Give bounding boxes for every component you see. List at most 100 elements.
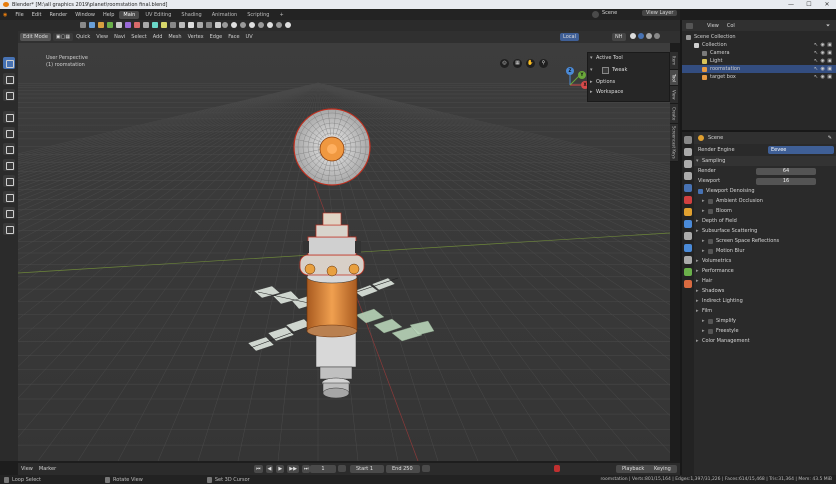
outliner-item[interactable]: Camera ↖ ◉ ▣ [682,49,836,57]
outliner-view-menu[interactable]: View [707,23,719,29]
auto-keying-button[interactable] [554,465,560,472]
view-perspective-icon[interactable]: ▦ [513,59,522,68]
move-tool[interactable] [3,73,15,85]
overlay-icon[interactable] [276,22,282,28]
select-toggle-icon[interactable]: ↖ [814,66,818,72]
current-frame-field[interactable]: 1 [310,465,336,473]
poly-build-tool[interactable] [3,175,15,187]
section-color-management[interactable]: Color Management [694,336,836,346]
menu-help[interactable]: Help [99,12,118,18]
menu-render[interactable]: Render [45,12,71,18]
toolbar-icon[interactable] [152,22,158,28]
toolbar-icon[interactable] [89,22,95,28]
visibility-toggles[interactable]: ↖ ◉ ▣ [814,58,832,64]
section-subsurface-scattering[interactable]: Subsurface Scattering [694,226,836,236]
sidebar-tab-screencast-keys[interactable]: Screencast Keys [670,124,678,162]
menu-vertex[interactable]: Vertex [185,34,207,40]
prev-key-button[interactable]: ◀ [265,465,274,473]
select-mode-icons[interactable]: ▣▢▦ [52,33,74,41]
object-tab-icon[interactable] [684,208,692,216]
camera-toggle-icon[interactable]: ▣ [827,42,832,48]
menu-face[interactable]: Face [225,34,242,40]
eye-icon[interactable]: ◉ [821,66,825,72]
section-simplify[interactable]: Simplify [694,316,836,326]
overlay-icon[interactable] [240,22,246,28]
toolbar-icon[interactable] [134,22,140,28]
next-key-button[interactable]: ▶▶ [287,465,299,473]
select-toggle-icon[interactable]: ↖ [814,42,818,48]
overlay-icon[interactable] [267,22,273,28]
constraints-tab-icon[interactable] [684,256,692,264]
section-motion-blur[interactable]: Motion Blur [694,246,836,256]
section-ambient-occlusion[interactable]: Ambient Occlusion [694,196,836,206]
camera-toggle-icon[interactable]: ▣ [827,58,832,64]
camera-toggle-icon[interactable]: ▣ [827,50,832,56]
timeline-view-menu[interactable]: View [18,466,36,472]
section-enable-checkbox[interactable] [708,248,713,254]
annotate-tool[interactable] [3,111,15,123]
section-enable-checkbox[interactable] [708,318,713,324]
filter-icon[interactable]: ⏷ [826,23,830,29]
scene-tab-icon[interactable] [684,184,692,192]
render-samples-field[interactable]: 64 [756,167,816,175]
material-shading-icon[interactable] [646,33,652,39]
npanel-section-workspace[interactable]: Workspace [588,87,669,97]
close-button[interactable]: ✕ [818,0,836,9]
toolbar-icon[interactable] [125,22,131,28]
menu-mesh[interactable]: Mesh [165,34,184,40]
overlay-icon[interactable] [258,22,264,28]
tab-scripting[interactable]: Scripting [243,11,273,19]
menu-select[interactable]: Select [128,34,149,40]
zoom-view-icon[interactable]: ⚲ [539,59,548,68]
viewport-denoising-checkbox[interactable] [698,188,703,194]
outliner-item[interactable]: Light ↖ ◉ ▣ [682,57,836,65]
sidebar-tab-item[interactable]: Item [670,52,678,70]
select-toggle-icon[interactable]: ↖ [814,58,818,64]
output-tab-icon[interactable] [684,160,692,168]
eye-icon[interactable]: ◉ [821,58,825,64]
section-film[interactable]: Film [694,306,836,316]
pivot-dropdown[interactable]: NH [612,33,626,41]
menu-edge[interactable]: Edge [207,34,226,40]
view-layer-field[interactable]: View Layer [642,10,678,16]
play-button[interactable]: ▶ [276,465,285,473]
3d-viewport[interactable]: ◎ ▦ ✋ ⚲ X Z Y [18,43,670,461]
data-tab-icon[interactable] [684,268,692,276]
shrink-tool[interactable] [3,207,15,219]
tab-shading[interactable]: Shading [177,11,205,19]
add-workspace-button[interactable]: + [275,11,287,19]
npanel-section-active-tool[interactable]: Active Tool [588,53,669,63]
camera-toggle-icon[interactable]: ▣ [827,74,832,80]
render-engine-dropdown[interactable]: Eevee [768,146,834,154]
tab-animation[interactable]: Animation [208,11,242,19]
toolbar-icon[interactable] [143,22,149,28]
toolbar-icon[interactable] [170,22,176,28]
toolbar-icon[interactable] [188,22,194,28]
select-toggle-icon[interactable]: ↖ [814,50,818,56]
jump-start-button[interactable]: ⏮ [254,465,263,473]
end-frame-field[interactable]: End 250 [386,465,420,473]
view-camera-icon[interactable]: ◎ [500,59,509,68]
section-enable-checkbox[interactable] [708,208,713,214]
npanel-tweak-tool[interactable]: Tweak [588,63,669,77]
toolbar-icon[interactable] [206,22,212,28]
section-hair[interactable]: Hair [694,276,836,286]
eye-icon[interactable]: ◉ [821,42,825,48]
menu-edit[interactable]: Edit [28,12,46,18]
wireframe-shading-icon[interactable] [630,33,636,39]
viewport-denoising-row[interactable]: Viewport Denoising [694,186,836,196]
overlay-icon[interactable] [249,22,255,28]
menu-file[interactable]: File [11,12,27,18]
maximize-button[interactable]: ☐ [800,0,818,9]
section-shadows[interactable]: Shadows [694,286,836,296]
mode-selector[interactable]: Edit Mode [20,33,51,41]
outliner-item[interactable]: target box ↖ ◉ ▣ [682,73,836,81]
scale-tool[interactable] [3,89,15,101]
navigation-gizmo[interactable]: X Z Y [550,65,590,105]
orientation-dropdown[interactable]: Local [560,33,579,41]
menu-view[interactable]: View [93,34,111,40]
start-frame-field[interactable]: Start 1 [350,465,384,473]
menu-navi[interactable]: Navi [111,34,128,40]
overlay-icon[interactable] [222,22,228,28]
modifier-tab-icon[interactable] [684,220,692,228]
